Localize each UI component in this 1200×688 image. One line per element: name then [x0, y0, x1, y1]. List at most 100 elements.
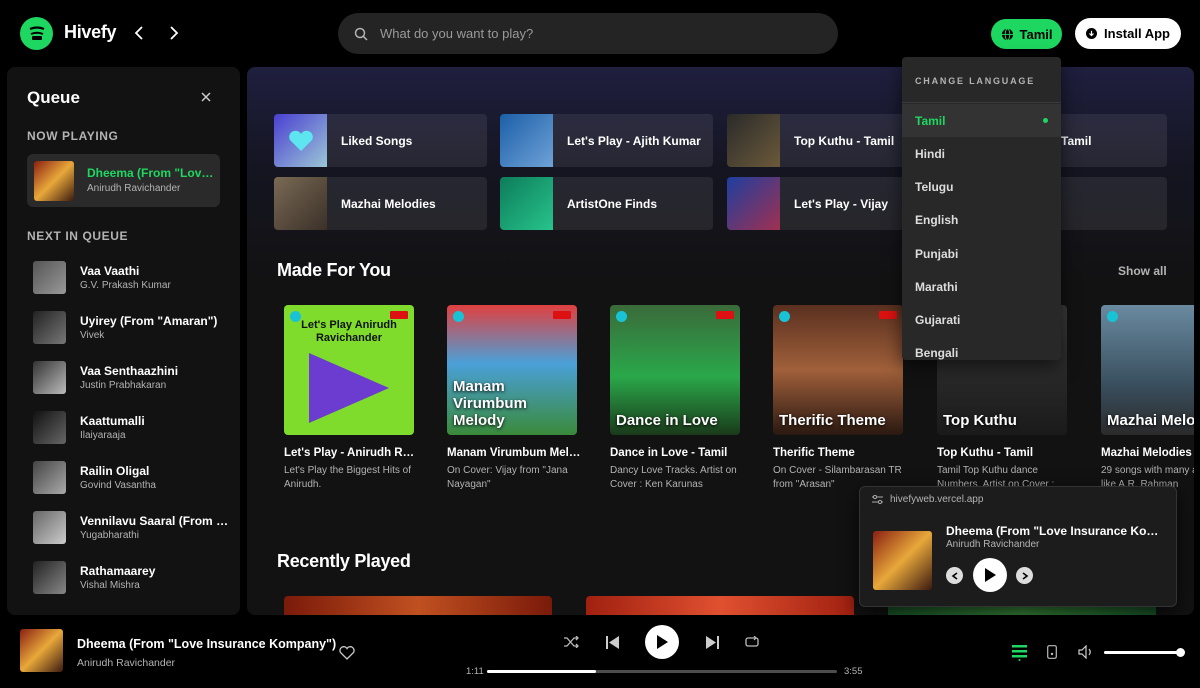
like-heart-icon[interactable] [338, 645, 356, 661]
device-icon[interactable] [1045, 644, 1059, 660]
cover-text: Top Kuthu [943, 412, 1017, 429]
duration-time: 3:55 [844, 666, 863, 677]
now-playing-artist: Anirudh Ravichander [87, 183, 181, 194]
queue-item-title: Vaa Vaathi [80, 264, 140, 278]
queue-item[interactable]: Rathamaarey Vishal Mishra [33, 561, 233, 601]
queue-item-title: Rathamaarey [80, 564, 156, 578]
album-art [33, 411, 66, 444]
progress-bar[interactable] [487, 670, 837, 673]
queue-item[interactable]: Vaa Vaathi G.V. Prakash Kumar [33, 261, 233, 301]
language-option-label: English [915, 212, 959, 227]
queue-item[interactable]: Uyirey (From "Amaran") Vivek [33, 311, 233, 351]
divider [902, 102, 1061, 103]
search-bar[interactable] [338, 13, 838, 54]
playlist-cover: Let's Play Anirudh Ravichander [284, 305, 414, 435]
playlist-cover [727, 114, 780, 167]
site-settings-icon[interactable] [872, 495, 883, 505]
queue-item[interactable]: Kaattumalli Ilaiyaraaja [33, 411, 233, 451]
play-button[interactable] [973, 558, 1007, 592]
language-option-tamil[interactable]: Tamil [902, 104, 1061, 137]
previous-icon[interactable] [946, 567, 963, 584]
language-option-telugu[interactable]: Telugu [902, 170, 1061, 203]
previous-track-icon[interactable] [604, 634, 620, 650]
close-icon[interactable] [199, 90, 213, 104]
playlist-cover [500, 177, 553, 230]
next-track-icon[interactable] [704, 634, 720, 650]
app-name: Hivefy [64, 22, 117, 42]
app-logo-icon[interactable] [20, 17, 53, 50]
picture-in-picture-player: hivefyweb.vercel.app Dheema (From "Love … [859, 486, 1177, 607]
download-icon [1086, 28, 1098, 39]
language-badge-icon [390, 311, 408, 319]
brand-badge-icon [1107, 311, 1118, 322]
album-art [33, 511, 66, 544]
queue-item-title: Railin Oligal [80, 464, 150, 478]
back-arrow-icon[interactable] [129, 23, 149, 43]
recently-played-title: Recently Played [277, 551, 411, 571]
queue-item[interactable]: Vennilavu Saaral (From "Amaran") Yugabha… [33, 511, 233, 551]
volume-knob[interactable] [1175, 648, 1185, 657]
player-track-title: Dheema (From "Love Insurance Kompany") [77, 637, 337, 651]
card-title: Dance in Love - Tamil [610, 447, 728, 459]
queue-item[interactable]: Railin Oligal Govind Vasantha [33, 461, 233, 501]
play-pause-button[interactable] [645, 625, 679, 659]
search-icon [354, 27, 368, 41]
mini-player-artist: Anirudh Ravichander [946, 539, 1040, 550]
language-option-label: Gujarati [915, 312, 961, 327]
brand-badge-icon [779, 311, 790, 322]
cover-text: Mazhai Melodies [1107, 412, 1194, 429]
card-description: On Cover: Vijay from "Jana Nayagan" [447, 465, 568, 490]
card-title: Manam Virumbum Melody [447, 447, 582, 459]
album-art [873, 531, 932, 590]
search-input[interactable] [380, 26, 800, 41]
queue-item-artist: Vishal Mishra [80, 580, 140, 591]
playlist-cover: Therific Theme [773, 305, 903, 435]
next-icon[interactable] [1016, 567, 1033, 584]
quick-pick-tile[interactable]: Liked Songs [274, 114, 487, 167]
queue-item-artist: G.V. Prakash Kumar [80, 280, 171, 291]
language-option-hindi[interactable]: Hindi [902, 137, 1061, 170]
language-badge-icon [716, 311, 734, 319]
recent-item-cover[interactable] [586, 596, 854, 615]
playlist-cover [274, 177, 327, 230]
volume-slider[interactable] [1104, 648, 1185, 657]
language-option-label: Marathi [915, 279, 958, 294]
card-description: Dancy Love Tracks. Artist on Cover : Ken… [610, 465, 737, 490]
install-app-button[interactable]: Install App [1075, 18, 1181, 49]
quick-pick-tile[interactable]: Let's Play - Ajith Kumar [500, 114, 713, 167]
album-art [33, 361, 66, 394]
album-art [33, 261, 66, 294]
brand-badge-icon [453, 311, 464, 322]
queue-item[interactable]: Vaa Senthaazhini Justin Prabhakaran [33, 361, 233, 401]
language-button[interactable]: Tamil [991, 19, 1062, 49]
quick-pick-label: Mazhai Melodies [341, 196, 436, 211]
brand-badge-icon [616, 311, 627, 322]
language-option-bengali[interactable]: Bengali [902, 336, 1061, 360]
language-option-marathi[interactable]: Marathi [902, 270, 1061, 303]
language-option-label: Hindi [915, 146, 945, 161]
language-option-english[interactable]: English [902, 203, 1061, 236]
mini-player-title: Dheema (From "Love Insurance Kompany") [946, 524, 1166, 538]
language-option-punjabi[interactable]: Punjabi [902, 237, 1061, 270]
player-track-artist: Anirudh Ravichander [77, 657, 176, 669]
shuffle-icon[interactable] [563, 634, 579, 650]
quick-pick-label: Let's Play - Ajith Kumar [567, 133, 701, 148]
queue-item-artist: Govind Vasantha [80, 480, 156, 491]
language-option-gujarati[interactable]: Gujarati [902, 303, 1061, 336]
queue-icon[interactable] [1011, 644, 1027, 662]
forward-arrow-icon[interactable] [164, 23, 184, 43]
volume-icon[interactable] [1077, 644, 1095, 660]
show-all-link[interactable]: Show all [1118, 264, 1167, 278]
language-option-label: Telugu [915, 179, 954, 194]
quick-pick-tile[interactable]: ArtistOne Finds [500, 177, 713, 230]
album-art [33, 311, 66, 344]
language-badge-icon [879, 311, 897, 319]
queue-now-playing-item[interactable]: Dheema (From "Love Insurance Kompany") A… [27, 154, 220, 207]
repeat-icon[interactable] [744, 634, 760, 650]
recent-item-cover[interactable] [284, 596, 552, 615]
card-title: Mazhai Melodies [1101, 447, 1192, 459]
cover-text: Manam Virumbum Melody [453, 378, 527, 429]
next-in-queue-heading: NEXT IN QUEUE [27, 229, 129, 243]
quick-pick-tile[interactable]: Mazhai Melodies [274, 177, 487, 230]
queue-panel: Queue NOW PLAYING Dheema (From "Love Ins… [7, 67, 240, 615]
